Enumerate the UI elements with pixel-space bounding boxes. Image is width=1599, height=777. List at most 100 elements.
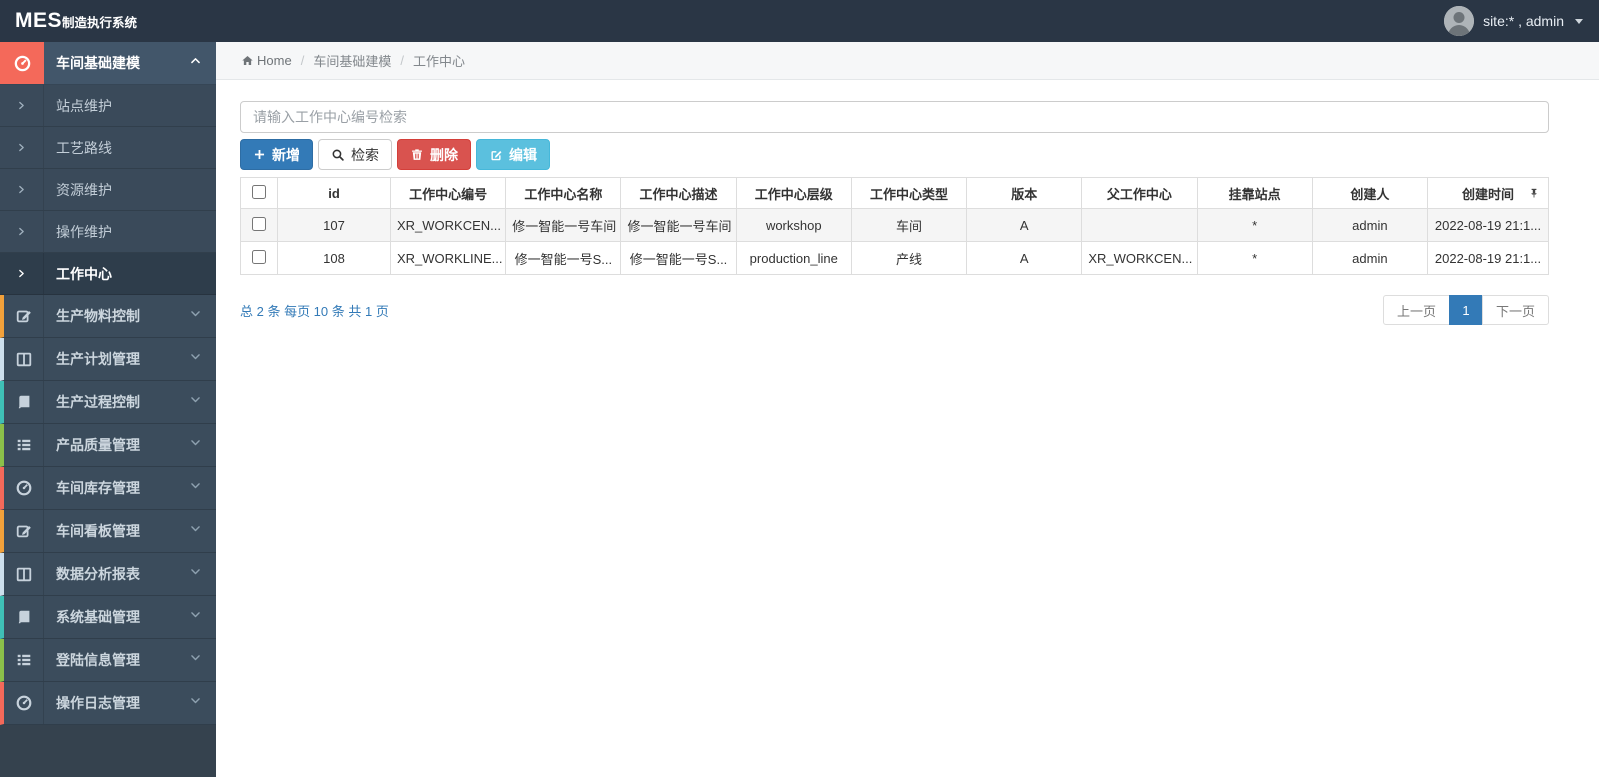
sidebar-subitem-resource-maintenance[interactable]: 资源维护: [0, 169, 216, 211]
prev-page-button[interactable]: 上一页: [1382, 295, 1450, 325]
sidebar-item-label: 车间基础建模: [56, 55, 140, 71]
delete-button[interactable]: 删除: [397, 139, 471, 170]
sidebar-item-label: 车间库存管理: [56, 480, 140, 496]
pagination-summary[interactable]: 总 2 条 每页 10 条 共 1 页: [240, 301, 389, 320]
chevron-down-icon: [189, 307, 202, 325]
header-cell-parent[interactable]: 父工作中心: [1081, 177, 1198, 209]
table-cell: 车间: [850, 208, 968, 242]
header-cell-id[interactable]: id: [277, 177, 391, 209]
sidebar-subitem-label: 资源维护: [56, 181, 112, 198]
header-cell-type[interactable]: 工作中心类型: [850, 177, 968, 209]
user-avatar: [1444, 6, 1475, 36]
sidebar-subitem-operation-maintenance[interactable]: 操作维护: [0, 211, 216, 253]
app-logo[interactable]: MES 制造执行系统: [0, 9, 137, 33]
table-cell: A: [966, 241, 1083, 275]
sidebar-item-label: 数据分析报表: [56, 566, 140, 582]
chevron-down-icon: [189, 565, 202, 583]
edit-icon: [489, 148, 503, 162]
search-input[interactable]: [240, 101, 1549, 133]
breadcrumb-separator: /: [300, 53, 305, 68]
table-row[interactable]: 108 XR_WORKLINE... 修一智能一号S... 修一智能一号S...…: [240, 241, 1549, 275]
breadcrumb-home[interactable]: Home: [241, 53, 292, 68]
breadcrumb-item-workshop-modeling[interactable]: 车间基础建模: [313, 51, 391, 70]
sidebar-subitem-work-center[interactable]: 工作中心: [0, 253, 216, 295]
user-label: site:* , admin: [1483, 13, 1564, 29]
chevron-down-icon: [189, 651, 202, 669]
caret-down-icon: [1575, 18, 1583, 24]
sidebar-item-system-management[interactable]: 系统基础管理: [0, 596, 216, 639]
breadcrumb-item-work-center: 工作中心: [412, 54, 465, 69]
row-checkbox[interactable]: [252, 216, 266, 231]
table-row[interactable]: 107 XR_WORKCEN... 修一智能一号车间 修一智能一号车间 work…: [240, 208, 1549, 242]
table-cell: XR_WORKLINE...: [389, 241, 507, 275]
sidebar-item-label: 生产过程控制: [56, 394, 140, 410]
list-icon: [4, 424, 44, 466]
sidebar-item-data-analysis[interactable]: 数据分析报表: [0, 553, 216, 596]
chevron-right-icon: [0, 169, 44, 210]
row-checkbox[interactable]: [252, 249, 266, 264]
select-all-cell: [240, 177, 278, 209]
plus-icon: [253, 148, 266, 161]
chevron-right-icon: [0, 127, 44, 168]
sidebar-item-label: 车间看板管理: [56, 523, 140, 539]
sidebar-subitem-process-route[interactable]: 工艺路线: [0, 127, 216, 169]
user-menu[interactable]: site:* , admin: [1444, 6, 1599, 36]
toolbar: 新增 检索 删除 编辑: [240, 139, 1549, 170]
sidebar-item-operation-log-management[interactable]: 操作日志管理: [0, 682, 216, 725]
header-cell-creator[interactable]: 创建人: [1311, 177, 1429, 209]
table-cell: workshop: [735, 208, 852, 242]
sidebar-item-login-info-management[interactable]: 登陆信息管理: [0, 639, 216, 682]
trash-icon: [410, 148, 424, 162]
edit-button[interactable]: 编辑: [476, 139, 550, 170]
header-cell-level[interactable]: 工作中心层级: [735, 177, 852, 209]
breadcrumb-home-label: Home: [257, 53, 292, 68]
sidebar-item-kanban-management[interactable]: 车间看板管理: [0, 510, 216, 553]
sidebar-item-inventory-management[interactable]: 车间库存管理: [0, 467, 216, 510]
sidebar-item-material-control[interactable]: 生产物料控制: [0, 295, 216, 338]
sidebar-item-label: 生产物料控制: [56, 308, 140, 324]
chevron-down-icon: [189, 436, 202, 454]
search-icon: [331, 148, 345, 162]
logo-mes: MES: [15, 9, 63, 32]
book-icon: [4, 381, 44, 423]
table-cell: XR_WORKCEN...: [1081, 241, 1198, 275]
sidebar-item-process-control[interactable]: 生产过程控制: [0, 381, 216, 424]
page-1-button[interactable]: 1: [1448, 295, 1483, 325]
next-page-button[interactable]: 下一页: [1481, 295, 1549, 325]
breadcrumb: Home / 车间基础建模 / 工作中心: [216, 42, 1599, 80]
select-all-checkbox[interactable]: [252, 184, 266, 199]
chevron-down-icon: [189, 393, 202, 411]
chevron-right-icon: [0, 211, 44, 252]
book-icon: [4, 596, 44, 638]
table-cell: 2022-08-19 21:1...: [1427, 208, 1549, 242]
columns-icon: [4, 338, 44, 380]
sidebar-subitem-station-maintenance[interactable]: 站点维护: [0, 85, 216, 127]
chevron-down-icon: [189, 694, 202, 712]
header-cell-station[interactable]: 挂靠站点: [1196, 177, 1313, 209]
sidebar-item-label: 产品质量管理: [56, 437, 140, 453]
sidebar-item-quality-management[interactable]: 产品质量管理: [0, 424, 216, 467]
pin-icon[interactable]: [1528, 187, 1540, 202]
sidebar-subitem-label: 站点维护: [56, 97, 112, 114]
header-cell-description[interactable]: 工作中心描述: [620, 177, 737, 209]
sidebar: 车间基础建模 站点维护 工艺路线 资源维护 操作维护 工作中心 生产物料控制 生…: [0, 42, 216, 777]
table-cell: *: [1196, 241, 1313, 275]
table-cell: 107: [277, 208, 391, 242]
table-cell: 修一智能一号S...: [505, 241, 622, 275]
search-button[interactable]: 检索: [318, 139, 392, 170]
header-cell-created-time[interactable]: 创建时间: [1427, 177, 1549, 209]
sidebar-item-plan-management[interactable]: 生产计划管理: [0, 338, 216, 381]
sidebar-item-workshop-modeling[interactable]: 车间基础建模: [0, 42, 216, 85]
header-cell-name[interactable]: 工作中心名称: [505, 177, 622, 209]
table-cell: production_line: [735, 241, 852, 275]
header-cell-code[interactable]: 工作中心编号: [389, 177, 507, 209]
header-cell-version[interactable]: 版本: [966, 177, 1083, 209]
add-button[interactable]: 新增: [240, 139, 313, 170]
topbar: MES 制造执行系统 site:* , admin: [0, 0, 1599, 42]
table-cell: A: [966, 208, 1083, 242]
pencil-icon: [4, 295, 44, 337]
chevron-right-icon: [0, 253, 44, 294]
sidebar-subitem-label: 工艺路线: [56, 139, 112, 156]
sidebar-item-label: 生产计划管理: [56, 351, 140, 367]
sidebar-item-label: 登陆信息管理: [56, 652, 140, 668]
